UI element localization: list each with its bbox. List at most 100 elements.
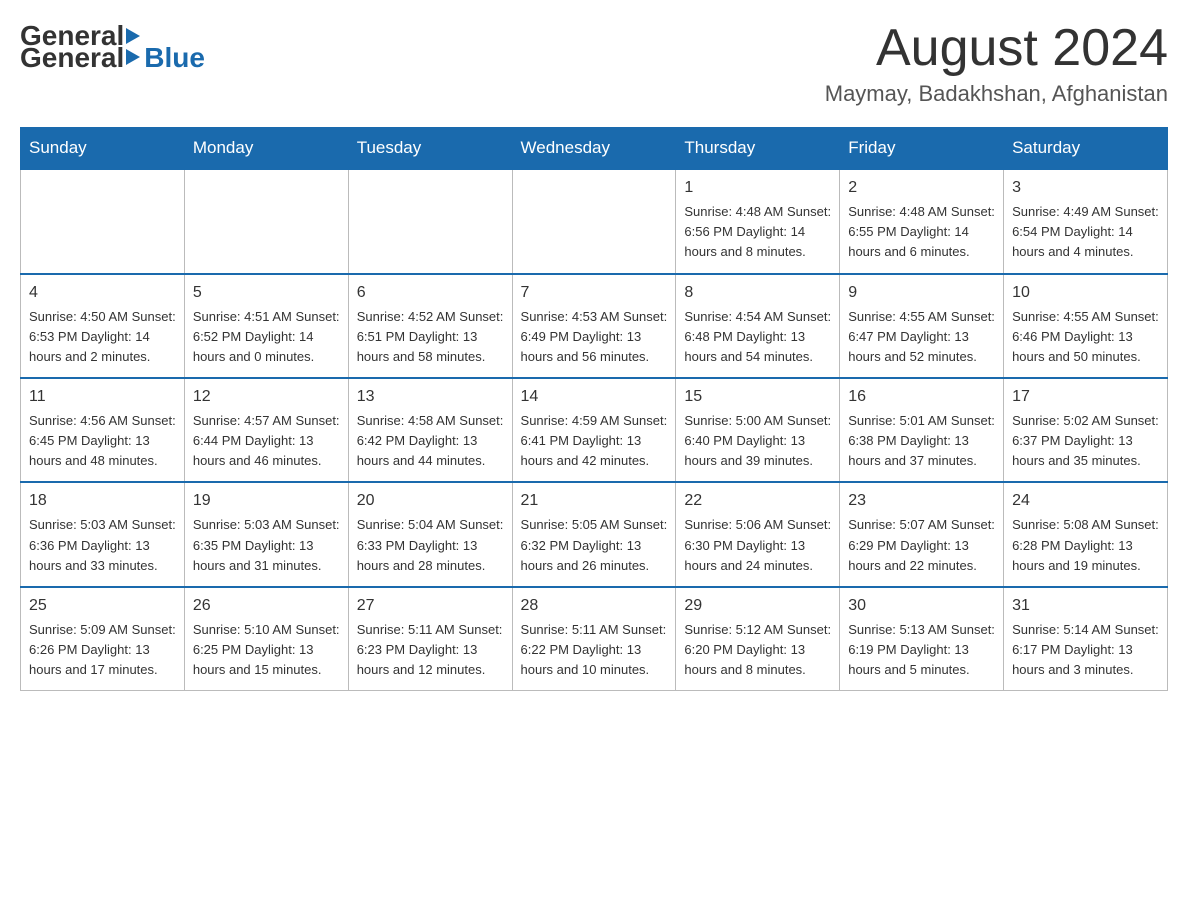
- day-info: Sunrise: 5:11 AM Sunset: 6:22 PM Dayligh…: [521, 620, 668, 680]
- table-row: 28Sunrise: 5:11 AM Sunset: 6:22 PM Dayli…: [512, 587, 676, 691]
- day-info: Sunrise: 4:53 AM Sunset: 6:49 PM Dayligh…: [521, 307, 668, 367]
- table-row: 10Sunrise: 4:55 AM Sunset: 6:46 PM Dayli…: [1004, 274, 1168, 378]
- day-number: 25: [29, 594, 176, 618]
- day-number: 20: [357, 489, 504, 513]
- day-number: 5: [193, 281, 340, 305]
- calendar-week-row: 4Sunrise: 4:50 AM Sunset: 6:53 PM Daylig…: [21, 274, 1168, 378]
- day-info: Sunrise: 5:12 AM Sunset: 6:20 PM Dayligh…: [684, 620, 831, 680]
- day-info: Sunrise: 4:49 AM Sunset: 6:54 PM Dayligh…: [1012, 202, 1159, 262]
- day-info: Sunrise: 5:06 AM Sunset: 6:30 PM Dayligh…: [684, 515, 831, 575]
- day-info: Sunrise: 4:48 AM Sunset: 6:56 PM Dayligh…: [684, 202, 831, 262]
- header-monday: Monday: [184, 128, 348, 170]
- day-number: 4: [29, 281, 176, 305]
- table-row: 25Sunrise: 5:09 AM Sunset: 6:26 PM Dayli…: [21, 587, 185, 691]
- calendar-week-row: 18Sunrise: 5:03 AM Sunset: 6:36 PM Dayli…: [21, 482, 1168, 586]
- day-info: Sunrise: 5:13 AM Sunset: 6:19 PM Dayligh…: [848, 620, 995, 680]
- table-row: 5Sunrise: 4:51 AM Sunset: 6:52 PM Daylig…: [184, 274, 348, 378]
- day-info: Sunrise: 4:54 AM Sunset: 6:48 PM Dayligh…: [684, 307, 831, 367]
- table-row: 18Sunrise: 5:03 AM Sunset: 6:36 PM Dayli…: [21, 482, 185, 586]
- day-info: Sunrise: 4:57 AM Sunset: 6:44 PM Dayligh…: [193, 411, 340, 471]
- table-row: 27Sunrise: 5:11 AM Sunset: 6:23 PM Dayli…: [348, 587, 512, 691]
- day-number: 6: [357, 281, 504, 305]
- day-info: Sunrise: 5:03 AM Sunset: 6:36 PM Dayligh…: [29, 515, 176, 575]
- day-info: Sunrise: 5:08 AM Sunset: 6:28 PM Dayligh…: [1012, 515, 1159, 575]
- day-info: Sunrise: 5:00 AM Sunset: 6:40 PM Dayligh…: [684, 411, 831, 471]
- day-number: 9: [848, 281, 995, 305]
- calendar-week-row: 25Sunrise: 5:09 AM Sunset: 6:26 PM Dayli…: [21, 587, 1168, 691]
- header-wednesday: Wednesday: [512, 128, 676, 170]
- header-saturday: Saturday: [1004, 128, 1168, 170]
- day-number: 22: [684, 489, 831, 513]
- table-row: 16Sunrise: 5:01 AM Sunset: 6:38 PM Dayli…: [840, 378, 1004, 482]
- day-number: 10: [1012, 281, 1159, 305]
- logo-general-text2: General: [20, 42, 124, 74]
- table-row: [184, 169, 348, 273]
- logo: General General Blue: [20, 20, 205, 74]
- table-row: 2Sunrise: 4:48 AM Sunset: 6:55 PM Daylig…: [840, 169, 1004, 273]
- day-number: 7: [521, 281, 668, 305]
- table-row: [21, 169, 185, 273]
- day-number: 28: [521, 594, 668, 618]
- table-row: 8Sunrise: 4:54 AM Sunset: 6:48 PM Daylig…: [676, 274, 840, 378]
- day-info: Sunrise: 5:14 AM Sunset: 6:17 PM Dayligh…: [1012, 620, 1159, 680]
- day-number: 26: [193, 594, 340, 618]
- day-number: 12: [193, 385, 340, 409]
- table-row: 26Sunrise: 5:10 AM Sunset: 6:25 PM Dayli…: [184, 587, 348, 691]
- day-number: 19: [193, 489, 340, 513]
- table-row: 19Sunrise: 5:03 AM Sunset: 6:35 PM Dayli…: [184, 482, 348, 586]
- table-row: 3Sunrise: 4:49 AM Sunset: 6:54 PM Daylig…: [1004, 169, 1168, 273]
- table-row: 1Sunrise: 4:48 AM Sunset: 6:56 PM Daylig…: [676, 169, 840, 273]
- day-info: Sunrise: 4:52 AM Sunset: 6:51 PM Dayligh…: [357, 307, 504, 367]
- table-row: 12Sunrise: 4:57 AM Sunset: 6:44 PM Dayli…: [184, 378, 348, 482]
- table-row: 23Sunrise: 5:07 AM Sunset: 6:29 PM Dayli…: [840, 482, 1004, 586]
- day-info: Sunrise: 5:05 AM Sunset: 6:32 PM Dayligh…: [521, 515, 668, 575]
- header-sunday: Sunday: [21, 128, 185, 170]
- day-number: 16: [848, 385, 995, 409]
- day-number: 21: [521, 489, 668, 513]
- table-row: 11Sunrise: 4:56 AM Sunset: 6:45 PM Dayli…: [21, 378, 185, 482]
- table-row: [512, 169, 676, 273]
- month-title: August 2024: [825, 20, 1168, 77]
- day-number: 2: [848, 176, 995, 200]
- day-number: 1: [684, 176, 831, 200]
- day-number: 15: [684, 385, 831, 409]
- day-number: 11: [29, 385, 176, 409]
- header-tuesday: Tuesday: [348, 128, 512, 170]
- calendar-week-row: 1Sunrise: 4:48 AM Sunset: 6:56 PM Daylig…: [21, 169, 1168, 273]
- day-number: 14: [521, 385, 668, 409]
- day-number: 3: [1012, 176, 1159, 200]
- header-friday: Friday: [840, 128, 1004, 170]
- day-info: Sunrise: 4:50 AM Sunset: 6:53 PM Dayligh…: [29, 307, 176, 367]
- day-info: Sunrise: 4:48 AM Sunset: 6:55 PM Dayligh…: [848, 202, 995, 262]
- page-header: General General Blue August 2024 Maymay,…: [20, 20, 1168, 107]
- day-info: Sunrise: 5:02 AM Sunset: 6:37 PM Dayligh…: [1012, 411, 1159, 471]
- day-info: Sunrise: 5:07 AM Sunset: 6:29 PM Dayligh…: [848, 515, 995, 575]
- table-row: 24Sunrise: 5:08 AM Sunset: 6:28 PM Dayli…: [1004, 482, 1168, 586]
- day-number: 23: [848, 489, 995, 513]
- day-info: Sunrise: 5:03 AM Sunset: 6:35 PM Dayligh…: [193, 515, 340, 575]
- calendar-header-row: Sunday Monday Tuesday Wednesday Thursday…: [21, 128, 1168, 170]
- day-info: Sunrise: 4:59 AM Sunset: 6:41 PM Dayligh…: [521, 411, 668, 471]
- day-number: 31: [1012, 594, 1159, 618]
- day-info: Sunrise: 4:58 AM Sunset: 6:42 PM Dayligh…: [357, 411, 504, 471]
- day-number: 17: [1012, 385, 1159, 409]
- table-row: 4Sunrise: 4:50 AM Sunset: 6:53 PM Daylig…: [21, 274, 185, 378]
- location-text: Maymay, Badakhshan, Afghanistan: [825, 81, 1168, 107]
- table-row: 30Sunrise: 5:13 AM Sunset: 6:19 PM Dayli…: [840, 587, 1004, 691]
- day-number: 30: [848, 594, 995, 618]
- day-number: 29: [684, 594, 831, 618]
- day-info: Sunrise: 5:09 AM Sunset: 6:26 PM Dayligh…: [29, 620, 176, 680]
- day-info: Sunrise: 5:10 AM Sunset: 6:25 PM Dayligh…: [193, 620, 340, 680]
- table-row: 9Sunrise: 4:55 AM Sunset: 6:47 PM Daylig…: [840, 274, 1004, 378]
- table-row: [348, 169, 512, 273]
- table-row: 17Sunrise: 5:02 AM Sunset: 6:37 PM Dayli…: [1004, 378, 1168, 482]
- table-row: 6Sunrise: 4:52 AM Sunset: 6:51 PM Daylig…: [348, 274, 512, 378]
- table-row: 29Sunrise: 5:12 AM Sunset: 6:20 PM Dayli…: [676, 587, 840, 691]
- day-info: Sunrise: 4:51 AM Sunset: 6:52 PM Dayligh…: [193, 307, 340, 367]
- title-section: August 2024 Maymay, Badakhshan, Afghanis…: [825, 20, 1168, 107]
- header-thursday: Thursday: [676, 128, 840, 170]
- day-info: Sunrise: 5:11 AM Sunset: 6:23 PM Dayligh…: [357, 620, 504, 680]
- day-info: Sunrise: 5:01 AM Sunset: 6:38 PM Dayligh…: [848, 411, 995, 471]
- table-row: 7Sunrise: 4:53 AM Sunset: 6:49 PM Daylig…: [512, 274, 676, 378]
- day-number: 24: [1012, 489, 1159, 513]
